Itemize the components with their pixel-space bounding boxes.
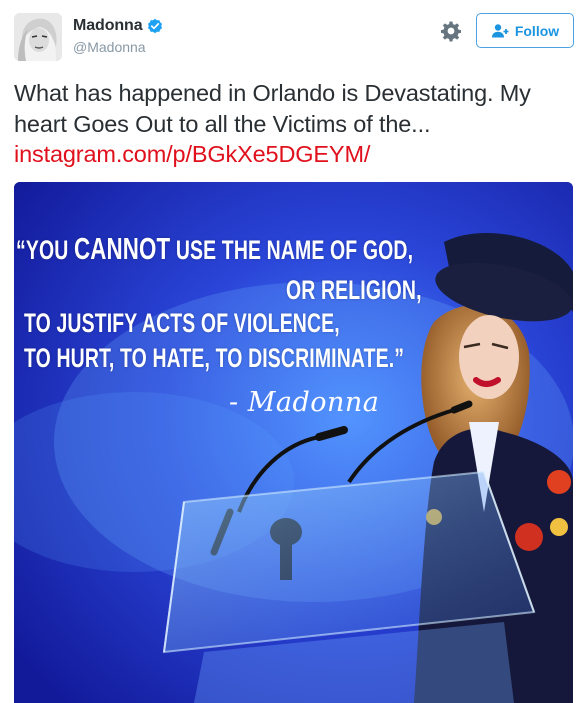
display-name[interactable]: Madonna xyxy=(73,17,143,35)
tweet-link[interactable]: instagram.com/p/BGkXe5DGEYM/ xyxy=(14,141,370,167)
follow-label: Follow xyxy=(514,22,560,39)
verified-badge-icon xyxy=(147,18,163,34)
quote-line-3: TO JUSTIFY ACTS OF VIOLENCE, xyxy=(24,308,340,338)
tweet-body: What has happened in Orlando is Devastat… xyxy=(14,80,531,137)
gear-icon[interactable] xyxy=(440,20,462,42)
name-row: Madonna xyxy=(73,16,163,36)
quote-line-2: OR RELIGION, xyxy=(286,275,422,305)
user-handle[interactable]: @Madonna xyxy=(73,39,146,55)
quote-attribution: - Madonna xyxy=(229,387,380,418)
avatar[interactable] xyxy=(14,13,62,61)
tweet-image[interactable]: “YOU CANNOT USE THE NAME OF GOD, OR RELI… xyxy=(14,182,573,703)
quote-overlay: “YOU CANNOT USE THE NAME OF GOD, OR RELI… xyxy=(14,182,573,703)
add-user-icon xyxy=(491,23,509,39)
tweet-card: Madonna @Madonna Follow What has happene… xyxy=(0,0,587,703)
quote-line-4: TO HURT, TO HATE, TO DISCRIMINATE.” xyxy=(24,343,405,373)
quote-line-1: “YOU CANNOT USE THE NAME OF GOD, xyxy=(16,231,414,266)
tweet-text: What has happened in Orlando is Devastat… xyxy=(14,78,579,170)
follow-button[interactable]: Follow xyxy=(476,13,574,48)
quote-line-1-start: “YOU xyxy=(16,235,74,265)
quote-emphasis: CANNOT xyxy=(73,231,171,266)
quote-line-1-end: USE THE NAME OF GOD, xyxy=(170,235,414,265)
